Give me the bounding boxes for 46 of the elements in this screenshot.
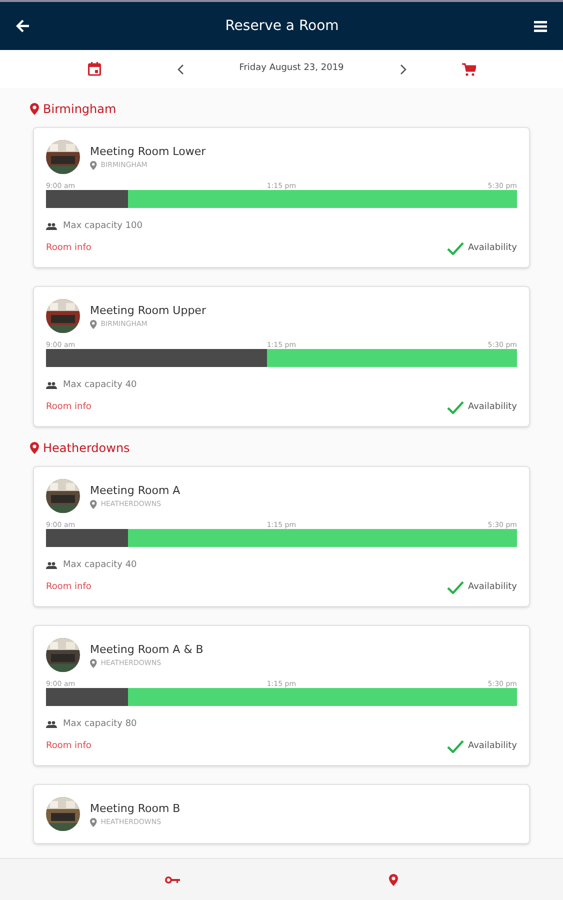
capacity-text: Max capacity 40: [63, 559, 137, 572]
room-name: Meeting Room A & B: [90, 642, 204, 658]
location-heading: Birmingham: [43, 101, 116, 118]
location-pin-icon: [30, 103, 39, 115]
location-pin-icon: [30, 442, 39, 454]
location-pin-icon: [90, 818, 97, 827]
calendar-icon: [88, 62, 101, 76]
people-icon: [46, 223, 57, 230]
availability-label: Availability: [468, 740, 517, 752]
capacity-text: Max capacity 40: [63, 379, 137, 392]
menu-button[interactable]: [534, 20, 547, 32]
room-info-link[interactable]: Room info: [46, 580, 92, 594]
selected-date: Friday August 23, 2019: [238, 62, 345, 76]
people-icon: [46, 382, 57, 390]
room-name: Meeting Room A: [90, 482, 180, 498]
location-pin-icon: [90, 500, 97, 509]
check-icon: [446, 242, 464, 255]
location-pin-icon: [389, 874, 398, 886]
location-heading: Heatherdowns: [43, 440, 130, 457]
back-button[interactable]: [16, 19, 30, 33]
capacity-text: Max capacity 80: [63, 718, 137, 731]
location-pin-icon: [90, 320, 97, 329]
room-name: Meeting Room Lower: [90, 144, 206, 160]
room-info-link[interactable]: Room info: [46, 740, 92, 753]
key-icon: [164, 876, 180, 884]
room-name: Meeting Room Upper: [90, 302, 206, 318]
location-pin-icon: [90, 658, 97, 668]
availability-label: Availability: [468, 580, 517, 594]
menu-icon: [534, 20, 547, 32]
room-name: Meeting Room B: [90, 800, 180, 816]
room-info-link[interactable]: Room info: [46, 400, 92, 414]
room-info-link[interactable]: Room info: [46, 242, 92, 255]
location-pin-icon: [90, 160, 97, 170]
check-icon: [446, 580, 464, 594]
back-arrow-icon: [16, 19, 30, 33]
chevron-right-icon: [400, 64, 406, 74]
people-icon: [46, 562, 57, 570]
capacity-text: Max capacity 100: [63, 220, 143, 233]
check-icon: [446, 740, 464, 753]
page-title: Reserve a Room: [225, 16, 339, 36]
cart-icon: [462, 62, 476, 76]
chevron-left-icon: [176, 64, 184, 74]
people-icon: [46, 721, 57, 728]
check-icon: [446, 400, 464, 414]
availability-label: Availability: [468, 400, 517, 414]
availability-label: Availability: [468, 242, 517, 254]
